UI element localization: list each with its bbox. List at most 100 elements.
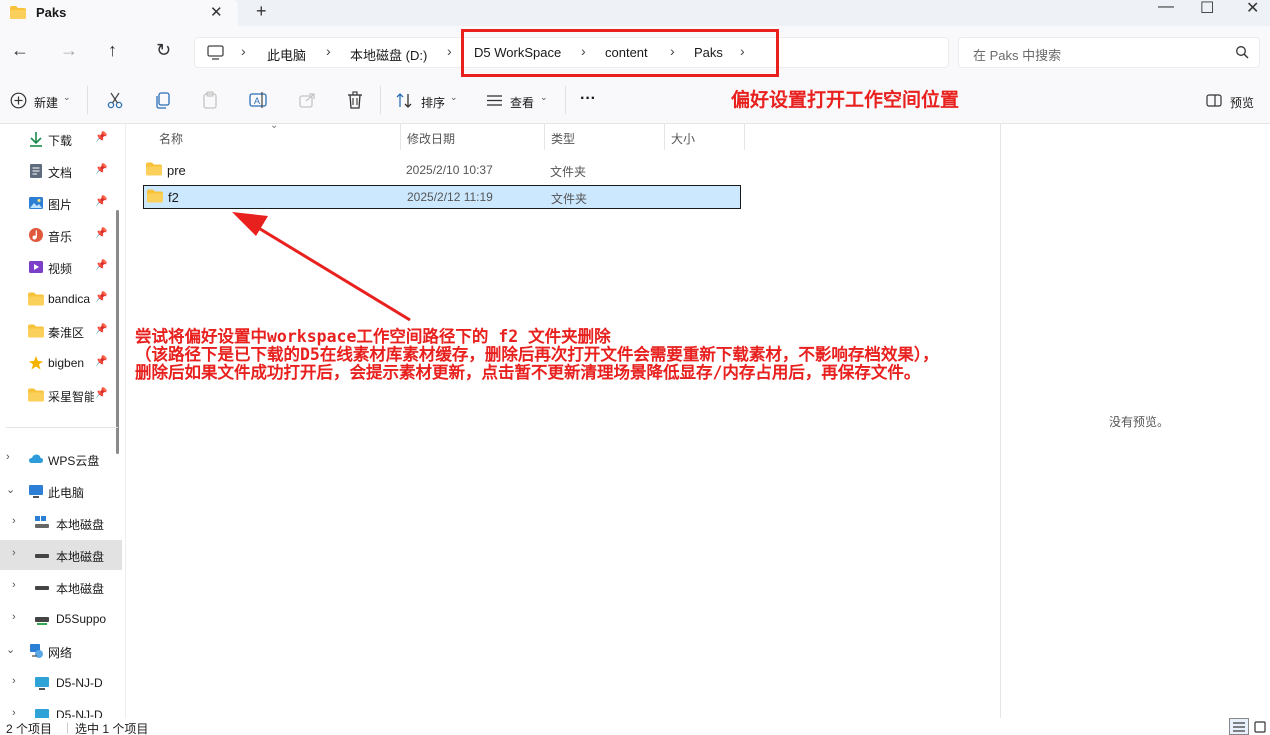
chevron-down-icon: ⌄: [450, 92, 458, 102]
sidebar-item-wps-cloud[interactable]: › WPS云盘: [0, 444, 122, 474]
sort-button[interactable]: 排序: [421, 94, 445, 111]
chevron-right-icon[interactable]: ›: [12, 707, 16, 718]
details-view-button[interactable]: [1229, 718, 1249, 735]
cut-icon[interactable]: [105, 90, 125, 110]
file-row-selected[interactable]: f2 2025/2/12 11:19 文件夹: [143, 185, 741, 209]
column-divider[interactable]: [744, 124, 745, 150]
sidebar-item-pictures[interactable]: 图片 📌: [0, 188, 122, 218]
share-icon[interactable]: [297, 90, 317, 110]
close-button[interactable]: ✕: [1246, 0, 1259, 18]
monitor-icon: [35, 709, 49, 718]
breadcrumb-paks[interactable]: Paks: [694, 45, 723, 60]
cloud-icon: [29, 454, 43, 463]
preview-button[interactable]: 预览: [1230, 94, 1254, 111]
breadcrumb-d5-workspace[interactable]: D5 WorkSpace: [474, 45, 561, 60]
sort-caret-icon: ⌄: [270, 120, 279, 131]
large-icons-view-button[interactable]: [1254, 721, 1266, 733]
column-header-type[interactable]: 类型: [551, 130, 575, 147]
column-header-size[interactable]: 大小: [671, 130, 695, 147]
sidebar-item-label: 此电脑: [48, 486, 85, 500]
breadcrumb-separator: ›: [241, 43, 246, 59]
sidebar-item-label: D5-NJ-D: [56, 676, 103, 690]
file-list: ⌄ 名称 修改日期 类型 大小 pre 2025/2/10 10:37 文件夹 …: [127, 120, 1000, 718]
more-options-button[interactable]: ···: [580, 90, 596, 108]
view-button[interactable]: 查看: [510, 94, 534, 111]
picture-icon: [29, 197, 43, 209]
download-icon: [30, 132, 42, 147]
breadcrumb-separator: ›: [670, 43, 675, 59]
file-row[interactable]: pre 2025/2/10 10:37 文件夹: [143, 158, 741, 182]
toolbar-divider: [87, 86, 88, 114]
column-divider[interactable]: [664, 124, 665, 150]
sidebar-item-music[interactable]: 音乐 📌: [0, 220, 122, 250]
sidebar-item-documents[interactable]: 文档 📌: [0, 156, 122, 186]
minimize-button[interactable]: —: [1158, 0, 1174, 16]
tab-close-button[interactable]: ✕: [210, 3, 223, 21]
up-button[interactable]: ↑: [108, 40, 117, 61]
sidebar-item-qinhuai[interactable]: 秦淮区 📌: [0, 316, 122, 346]
chevron-right-icon[interactable]: ›: [12, 611, 16, 623]
chevron-right-icon[interactable]: ›: [12, 547, 16, 559]
folder-icon: [28, 324, 44, 338]
title-bar: Paks ✕ + — ☐ ✕: [0, 0, 1270, 26]
toolbar-divider: [565, 86, 566, 114]
rename-icon[interactable]: A: [248, 90, 268, 110]
sidebar-scrollbar[interactable]: [116, 210, 119, 454]
breadcrumb-content[interactable]: content: [605, 45, 648, 60]
sidebar-item-d5-nj-1[interactable]: › D5-NJ-D: [0, 668, 122, 698]
search-input[interactable]: 在 Paks 中搜索: [958, 37, 1260, 68]
address-row: ← → ↑ ↻ › 此电脑 › 本地磁盘 (D:) › D5 WorkSpace…: [0, 26, 1270, 78]
maximize-button[interactable]: ☐: [1200, 0, 1214, 18]
computer-icon: [207, 45, 224, 60]
breadcrumb-separator[interactable]: ›: [740, 43, 745, 59]
pin-icon: 📌: [95, 260, 108, 271]
network-drive-icon: [35, 617, 49, 625]
chevron-right-icon[interactable]: ›: [6, 451, 10, 463]
column-divider[interactable]: [544, 124, 545, 150]
column-header-modified[interactable]: 修改日期: [407, 130, 455, 147]
new-button[interactable]: 新建: [34, 94, 58, 111]
pin-icon: 📌: [95, 292, 108, 303]
back-button[interactable]: ←: [11, 40, 29, 61]
chevron-down-icon[interactable]: ⌄: [6, 643, 15, 656]
status-divider: |: [66, 720, 70, 734]
refresh-button[interactable]: ↻: [156, 40, 171, 61]
address-bar[interactable]: › 此电脑 › 本地磁盘 (D:) › D5 WorkSpace › conte…: [194, 37, 949, 68]
column-divider[interactable]: [400, 124, 401, 150]
sidebar-item-bandica[interactable]: bandica 📌: [0, 284, 122, 314]
preview-pane: 没有预览。: [1000, 124, 1270, 718]
chevron-right-icon[interactable]: ›: [12, 579, 16, 591]
sidebar-item-this-pc[interactable]: ⌄ 此电脑: [0, 476, 122, 506]
sidebar-item-videos[interactable]: 视频 📌: [0, 252, 122, 282]
sidebar-item-d5support[interactable]: › D5Suppo: [0, 604, 122, 634]
breadcrumb-this-pc[interactable]: 此电脑: [267, 45, 306, 64]
sidebar-item-local-disk-c[interactable]: › 本地磁盘: [0, 508, 122, 538]
sidebar-item-downloads[interactable]: 下载 📌: [0, 124, 122, 154]
delete-icon[interactable]: [345, 90, 365, 110]
folder-icon: [28, 292, 44, 306]
music-icon: [29, 228, 43, 242]
sidebar-item-label: 本地磁盘: [56, 582, 105, 596]
copy-icon[interactable]: [153, 90, 173, 110]
chevron-down-icon[interactable]: ⌄: [6, 483, 15, 496]
star-icon: [29, 356, 43, 370]
sidebar-item-d5-nj-2[interactable]: › D5-NJ-D: [0, 700, 122, 718]
sidebar-item-network[interactable]: ⌄ 网络: [0, 636, 122, 666]
paste-icon[interactable]: [200, 90, 220, 110]
window-tab[interactable]: Paks ✕: [0, 0, 238, 26]
breadcrumb-drive-d[interactable]: 本地磁盘 (D:): [350, 45, 427, 64]
view-icon: [487, 95, 502, 106]
sort-icon: [396, 93, 412, 108]
sidebar-item-local-disk-d[interactable]: › 本地磁盘: [0, 540, 122, 570]
folder-icon: [147, 189, 163, 203]
chevron-right-icon[interactable]: ›: [12, 675, 16, 687]
sidebar-item-local-disk-e[interactable]: › 本地磁盘: [0, 572, 122, 602]
sidebar-item-bigben[interactable]: bigben 📌: [0, 348, 122, 378]
chevron-right-icon[interactable]: ›: [12, 515, 16, 527]
sidebar-item-caixing[interactable]: 采星智能 📌: [0, 380, 122, 410]
new-tab-button[interactable]: +: [256, 1, 267, 22]
sidebar-item-label: 网络: [48, 646, 73, 660]
forward-button[interactable]: →: [60, 40, 78, 61]
column-header-name[interactable]: 名称: [159, 130, 183, 147]
video-icon: [29, 261, 43, 273]
